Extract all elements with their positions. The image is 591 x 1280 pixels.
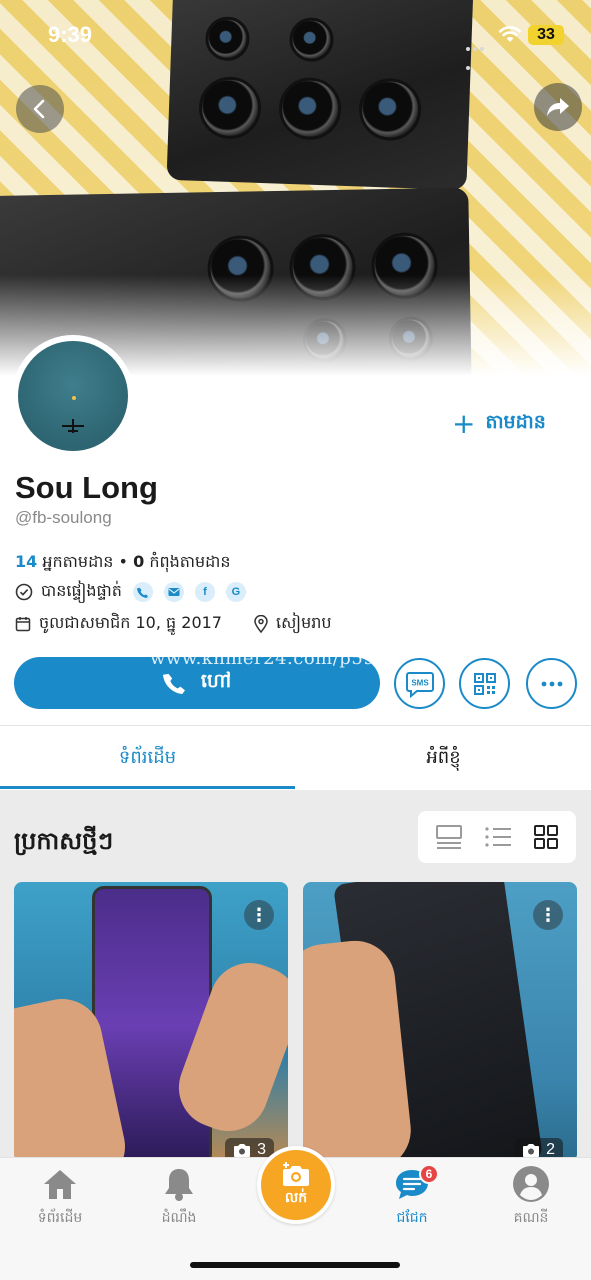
phone-icon (162, 673, 185, 694)
share-arrow-icon (547, 98, 569, 116)
messages-badge: 6 (419, 1164, 439, 1184)
joined-date: ចូលជាសមាជិក 10, ធ្នូ 2017 (15, 612, 222, 636)
home-icon (40, 1164, 80, 1204)
card-view-icon[interactable] (435, 824, 463, 850)
post-ad-button[interactable]: លក់ (257, 1146, 335, 1224)
status-bar: 9:39 33 (0, 0, 591, 70)
post-ad-label: លក់ (284, 1189, 308, 1206)
email-icon (163, 582, 184, 602)
joined-label: ចូលជាសមាជិក 10, ធ្នូ 2017 (39, 613, 222, 632)
more-options-button[interactable] (526, 658, 577, 709)
cellular-signal-icon (466, 36, 492, 70)
account-icon (511, 1164, 551, 1204)
posts-title: ប្រកាសថ្មីៗ (14, 827, 114, 855)
following-label[interactable]: កំពុងតាមដាន (149, 552, 230, 571)
location: សៀមរាប (254, 612, 332, 636)
camera-icon (234, 1144, 251, 1157)
tab-home[interactable]: ទំព័រដើម (0, 726, 295, 790)
follow-label: តាមដាន (485, 411, 546, 433)
add-photo-icon (283, 1161, 309, 1186)
profile-meta-row: ចូលជាសមាជិក 10, ធ្នូ 2017 សៀមរាប (15, 612, 332, 636)
list-view-icon[interactable] (484, 826, 512, 848)
nav-home[interactable]: ទំព័រដើម (10, 1164, 110, 1229)
nav-account-label: គណនី (513, 1210, 549, 1226)
follow-button[interactable]: + តាមដាន (452, 410, 546, 438)
verification-row: បានផ្ទៀងផ្ទាត់ f G (15, 580, 246, 604)
nav-messages-label: ជជែក (396, 1210, 428, 1226)
sms-label: SMS (411, 678, 429, 687)
home-indicator (190, 1262, 400, 1268)
qr-code-icon (473, 672, 496, 695)
profile-avatar[interactable] (12, 335, 134, 457)
facebook-icon: f (194, 582, 215, 602)
nav-notifications[interactable]: ដំណឹង (129, 1164, 229, 1229)
post-card[interactable]: ⋮ 3 (14, 882, 288, 1162)
calendar-icon (15, 617, 31, 632)
call-label: ហៅ (200, 670, 232, 692)
posts-section: ប្រកាសថ្មីៗ ⋮ 3 ⋮ 2 (0, 790, 591, 1162)
phone-icon (132, 582, 153, 602)
chevron-left-icon (33, 99, 45, 119)
profile-tabs: ទំព័រដើម អំពីខ្ញុំ (0, 726, 591, 790)
verified-label: បានផ្ទៀងផ្ទាត់ (41, 581, 122, 600)
status-time: 9:39 (48, 22, 93, 47)
watermark: www.khmer24.com/p5990 (150, 648, 400, 669)
view-mode-toggle (418, 811, 576, 863)
qr-code-button[interactable] (459, 658, 510, 709)
sms-button[interactable]: SMS (394, 658, 445, 709)
nav-account[interactable]: គណនី (481, 1164, 581, 1229)
profile-handle: @fb-soulong (15, 508, 112, 527)
bell-icon (159, 1164, 199, 1204)
followers-count[interactable]: 14 (15, 552, 37, 571)
follow-stats: 14 អ្នកតាមដាន • 0 កំពុងតាមដាន (15, 551, 231, 575)
post-menu-button[interactable]: ⋮ (244, 900, 274, 930)
share-button[interactable] (534, 83, 582, 131)
stats-separator: • (118, 552, 128, 571)
nav-messages[interactable]: 6 ជជែក (362, 1164, 462, 1229)
location-label: សៀមរាប (275, 613, 332, 632)
following-count[interactable]: 0 (133, 552, 144, 571)
post-card[interactable]: ⋮ 2 (303, 882, 577, 1162)
wifi-icon (498, 24, 522, 44)
post-menu-button[interactable]: ⋮ (533, 900, 563, 930)
profile-name: Sou Long (15, 470, 158, 505)
back-button[interactable] (16, 85, 64, 133)
followers-label[interactable]: អ្នកតាមដាន (42, 552, 113, 571)
grid-view-icon[interactable] (533, 824, 559, 850)
tab-about[interactable]: អំពីខ្ញុំ (296, 726, 591, 790)
sms-bubble-icon: SMS (405, 671, 434, 698)
google-icon: G (225, 582, 246, 602)
check-circle-icon (15, 583, 33, 601)
plus-icon: + (452, 407, 476, 440)
active-tab-indicator (0, 786, 295, 789)
nav-notifications-label: ដំណឹង (161, 1210, 197, 1226)
camera-icon (523, 1144, 540, 1157)
more-horizontal-icon (541, 681, 562, 686)
battery-indicator: 33 (528, 25, 564, 45)
nav-home-label: ទំព័រដើម (37, 1210, 83, 1226)
location-pin-icon (254, 615, 268, 633)
